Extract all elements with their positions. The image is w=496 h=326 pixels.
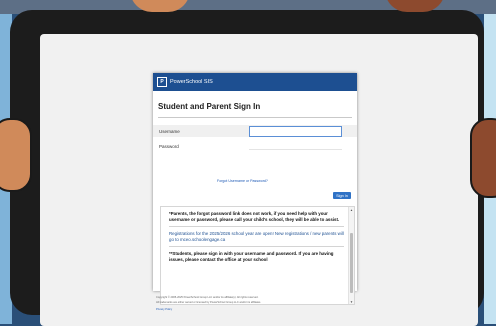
privacy-policy-link[interactable]: Privacy Policy (156, 308, 316, 313)
password-input[interactable] (249, 142, 342, 150)
parents-notice: *Parents, the forgot password link does … (169, 211, 340, 222)
sign-in-button[interactable]: Sign In (333, 192, 351, 199)
forgot-credentials-link[interactable]: Forgot Username or Password? (217, 179, 268, 183)
username-input[interactable] (249, 125, 342, 137)
page-footer: Copyright © 2005-2025 PowerSchool Group … (156, 296, 316, 313)
hand-right (470, 118, 496, 198)
username-label: Username (159, 128, 180, 134)
registration-notice: Registrations for the 2025/2026 school y… (169, 231, 344, 242)
password-row: Password (153, 141, 357, 151)
notice-divider (169, 246, 344, 247)
username-row: Username (153, 125, 357, 137)
tablet-screen: P PowerSchool SIS Student and Parent Sig… (40, 34, 478, 326)
powerschool-logo-icon: P (157, 77, 167, 87)
divider (158, 117, 352, 118)
scroll-down-icon[interactable]: ▼ (349, 299, 354, 304)
login-card: P PowerSchool SIS Student and Parent Sig… (153, 73, 357, 305)
notice-scrollbar[interactable]: ▲ ▼ (348, 207, 354, 304)
scroll-thumb[interactable] (350, 233, 353, 293)
brand-header: P PowerSchool SIS (153, 73, 357, 91)
page-title: Student and Parent Sign In (158, 102, 261, 111)
password-label: Password (159, 143, 179, 149)
tablet-frame: P PowerSchool SIS Student and Parent Sig… (10, 10, 484, 326)
notice-divider (169, 226, 344, 227)
brand-name: PowerSchool SIS (170, 79, 213, 85)
scroll-up-icon[interactable]: ▲ (349, 207, 354, 212)
hand-left (0, 118, 32, 192)
students-notice: **Students, please sign in with your use… (169, 251, 334, 262)
trademark-text: All trademarks are either owned or licen… (156, 300, 262, 304)
notice-panel: *Parents, the forgot password link does … (160, 206, 355, 305)
